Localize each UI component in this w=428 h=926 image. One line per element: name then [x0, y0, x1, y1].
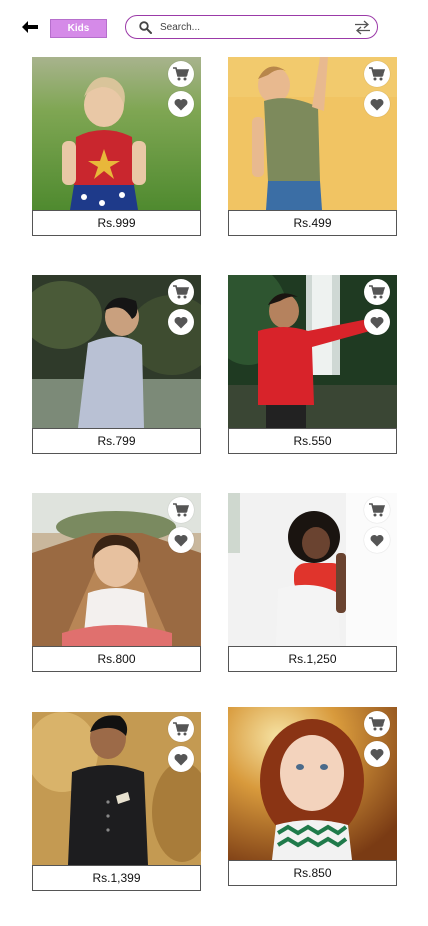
product-photo[interactable] — [32, 493, 201, 646]
heart-icon — [174, 316, 188, 328]
search-input[interactable] — [160, 21, 353, 33]
favorite-button[interactable] — [364, 527, 390, 553]
add-to-cart-button[interactable] — [364, 711, 390, 737]
cart-icon — [369, 67, 385, 81]
product-card[interactable]: Rs.1,399 — [32, 712, 201, 891]
category-label: Kids — [67, 23, 90, 34]
search-icon — [138, 20, 152, 34]
favorite-button[interactable] — [364, 741, 390, 767]
product-card[interactable]: Rs.1,250 — [228, 493, 397, 672]
heart-icon — [174, 753, 188, 765]
favorite-button[interactable] — [168, 91, 194, 117]
product-card[interactable]: Rs.800 — [32, 493, 201, 672]
product-price: Rs.550 — [228, 428, 397, 454]
favorite-button[interactable] — [168, 527, 194, 553]
add-to-cart-button[interactable] — [168, 497, 194, 523]
category-tag[interactable]: Kids — [50, 19, 107, 38]
heart-icon — [370, 316, 384, 328]
cart-icon — [173, 722, 189, 736]
product-price: Rs.1,399 — [32, 865, 201, 891]
product-price: Rs.799 — [32, 428, 201, 454]
favorite-button[interactable] — [168, 309, 194, 335]
cart-icon — [173, 67, 189, 81]
favorite-button[interactable] — [364, 309, 390, 335]
product-photo[interactable] — [32, 275, 201, 428]
product-card[interactable]: Rs.499 — [228, 57, 397, 236]
add-to-cart-button[interactable] — [168, 279, 194, 305]
add-to-cart-button[interactable] — [168, 716, 194, 742]
heart-icon — [174, 98, 188, 110]
product-card[interactable]: Rs.550 — [228, 275, 397, 454]
cart-icon — [369, 717, 385, 731]
swap-arrows-icon[interactable] — [353, 18, 371, 36]
product-photo[interactable] — [228, 493, 397, 646]
search-bar[interactable] — [125, 15, 378, 39]
product-photo[interactable] — [228, 275, 397, 428]
product-card[interactable]: Rs.850 — [228, 707, 397, 886]
add-to-cart-button[interactable] — [364, 497, 390, 523]
product-card[interactable]: Rs.999 — [32, 57, 201, 236]
product-price: Rs.999 — [32, 210, 201, 236]
heart-icon — [370, 748, 384, 760]
favorite-button[interactable] — [168, 746, 194, 772]
cart-icon — [369, 285, 385, 299]
product-photo[interactable] — [32, 712, 201, 865]
heart-icon — [174, 534, 188, 546]
heart-icon — [370, 534, 384, 546]
heart-icon — [370, 98, 384, 110]
add-to-cart-button[interactable] — [364, 61, 390, 87]
product-card[interactable]: Rs.799 — [32, 275, 201, 454]
cart-icon — [173, 285, 189, 299]
product-photo[interactable] — [228, 57, 397, 210]
product-price: Rs.1,250 — [228, 646, 397, 672]
cart-icon — [173, 503, 189, 517]
product-photo[interactable] — [32, 57, 201, 210]
add-to-cart-button[interactable] — [364, 279, 390, 305]
arrow-left-icon — [22, 21, 38, 33]
back-button[interactable] — [20, 18, 40, 36]
favorite-button[interactable] — [364, 91, 390, 117]
product-price: Rs.499 — [228, 210, 397, 236]
product-photo[interactable] — [228, 707, 397, 860]
product-price: Rs.850 — [228, 860, 397, 886]
cart-icon — [369, 503, 385, 517]
product-price: Rs.800 — [32, 646, 201, 672]
add-to-cart-button[interactable] — [168, 61, 194, 87]
